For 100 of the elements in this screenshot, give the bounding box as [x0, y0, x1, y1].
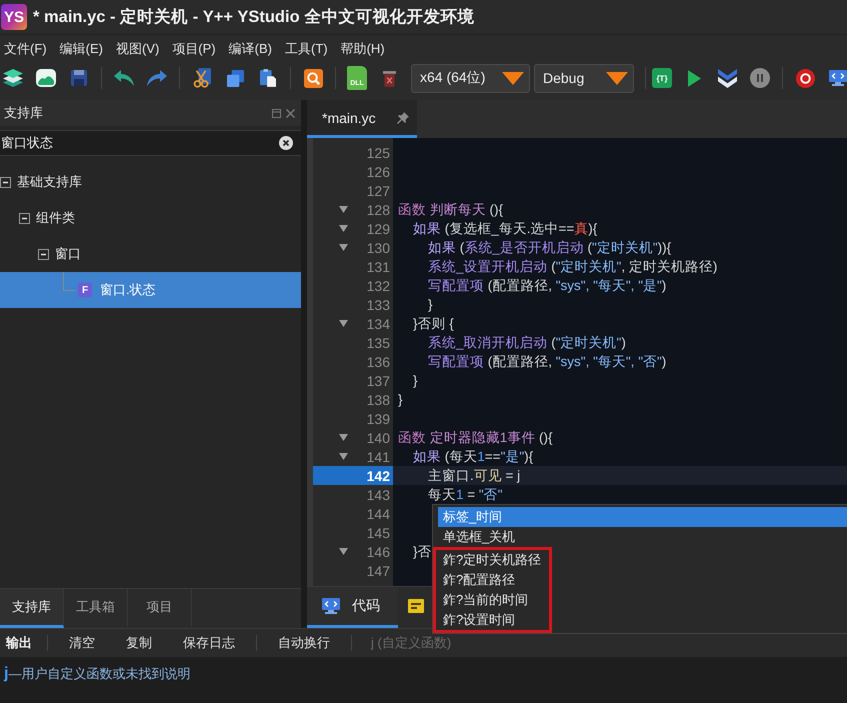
hint-text: j (自定义函数)	[371, 634, 452, 652]
fold-icon[interactable]	[339, 320, 348, 327]
code-line: }否	[412, 544, 432, 559]
line-number: 132	[366, 278, 390, 294]
window-title: * main.yc - 定时关机 - Y++ YStudio 全中文可视化开发环境	[33, 6, 474, 28]
suggestion-item[interactable]: 鈼?配置路径	[438, 570, 542, 590]
code-line: }否则 {	[412, 316, 454, 331]
code-line: 如果 (复选框_每天.选中==真){	[412, 221, 598, 236]
tree-item[interactable]: 组件类	[0, 200, 301, 236]
suggestion-item[interactable]: 鈼?当前的时间	[438, 590, 542, 610]
fold-icon[interactable]	[339, 225, 348, 232]
code-line: 如果 (系统_是否开机启动 ("定时关机")){	[427, 240, 672, 255]
fold-icon[interactable]	[339, 548, 348, 555]
line-number: 129	[366, 220, 390, 236]
line-number: 141	[366, 448, 390, 464]
suggestion-item[interactable]: 标签_时间	[438, 507, 847, 527]
floppy-icon[interactable]	[71, 70, 87, 86]
line-number: 138	[366, 392, 390, 408]
code-line: }	[412, 373, 418, 388]
panel-icon	[408, 599, 424, 613]
fold-icon[interactable]	[339, 434, 348, 441]
configuration-dropdown[interactable]: Debug	[534, 64, 634, 92]
tree-item[interactable]: 基础支持库	[0, 164, 301, 200]
fold-icon[interactable]	[339, 453, 348, 460]
message-text: —用户自定义函数或未找到说明	[8, 665, 190, 683]
monitor-icon	[322, 598, 340, 614]
code-line: 写配置项 (配置路径, "sys", "每天", "是")	[427, 278, 666, 293]
record-icon[interactable]	[796, 68, 814, 88]
line-number: 147	[366, 562, 390, 578]
undo-icon[interactable]	[114, 70, 134, 86]
document-tab[interactable]: *main.yc	[307, 100, 417, 138]
menu-item[interactable]: 工具(T)	[284, 40, 328, 58]
fold-icon[interactable]	[339, 206, 348, 213]
play-icon[interactable]	[688, 70, 700, 86]
image-icon[interactable]	[36, 69, 56, 87]
line-number: 143	[366, 486, 390, 502]
toolbar-button[interactable]: 保存日志	[173, 634, 245, 652]
line-number: 131	[366, 258, 390, 274]
line-number: 142	[366, 468, 390, 484]
code-line: }	[398, 392, 403, 407]
line-number: 128	[366, 202, 390, 218]
panel-tab[interactable]: 支持库	[0, 589, 64, 628]
fold-icon[interactable]	[339, 244, 348, 251]
chevrons-down-icon[interactable]	[718, 68, 736, 88]
tree-item[interactable]: 窗口	[0, 236, 301, 272]
code-line: }	[427, 297, 433, 312]
platform-dropdown[interactable]: x64 (64位)	[411, 64, 530, 92]
search-icon[interactable]	[304, 68, 322, 88]
menu-item[interactable]: 编辑(E)	[60, 40, 103, 58]
paste-icon[interactable]	[260, 69, 276, 87]
code-line: 每天1 = "否"	[427, 487, 503, 502]
window-icon[interactable]	[272, 108, 281, 118]
menu-item[interactable]: 帮助(H)	[340, 40, 385, 58]
suggestion-item[interactable]: 鈼?设置时间	[438, 610, 542, 630]
code-line: 函数 定时器隐藏1事件 (){	[398, 430, 553, 445]
pause-icon[interactable]	[750, 68, 770, 88]
type-badge: F	[78, 283, 92, 297]
suggestion-item[interactable]: 单选框_关机	[438, 527, 847, 547]
code-line: 写配置项 (配置路径, "sys", "每天", "否")	[427, 354, 666, 369]
toolbar-button[interactable]: 自动换行	[268, 634, 340, 652]
toolbar-button[interactable]: 清空	[59, 634, 105, 652]
line-number: 139	[366, 410, 390, 426]
scissors-icon[interactable]	[193, 68, 211, 88]
toolbar-button[interactable]: 复制	[116, 634, 162, 652]
line-number: 137	[366, 372, 390, 388]
menu-item[interactable]: 文件(F)	[4, 40, 47, 58]
output-title: 输出	[4, 634, 33, 652]
menu-item[interactable]: 视图(V)	[116, 40, 160, 58]
tree-item[interactable]: F 窗口.状态	[0, 272, 301, 308]
line-number: 130	[366, 240, 390, 256]
menu-item[interactable]: 项目(P)	[172, 40, 216, 58]
line-number: 133	[366, 296, 390, 312]
code-line: 函数 判断每天 (){	[398, 202, 504, 217]
layers-icon[interactable]	[3, 69, 23, 87]
line-number: 145	[366, 524, 390, 540]
redo-icon[interactable]	[147, 70, 167, 86]
trash-icon[interactable]	[382, 70, 396, 86]
menu-item[interactable]: 编译(B)	[228, 40, 272, 58]
code-line: 系统_取消开机启动 ("定时关机")	[427, 335, 626, 350]
line-number: 125	[366, 144, 390, 160]
suggestion-item[interactable]: 鈼?定时关机路径	[438, 550, 542, 570]
line-number: 135	[366, 334, 390, 350]
close-icon[interactable]	[286, 108, 295, 118]
minus-icon[interactable]	[19, 212, 30, 224]
app-logo: YS	[1, 4, 27, 30]
code-line: 主窗口.可见 = j	[427, 468, 520, 483]
minus-icon[interactable]	[0, 176, 11, 188]
line-number: 126	[366, 164, 390, 180]
line-number: 144	[366, 506, 390, 522]
tree-connector	[63, 272, 75, 291]
search-field[interactable]: 窗口状态	[0, 130, 301, 156]
pin-icon[interactable]	[397, 112, 409, 124]
minus-icon[interactable]	[38, 248, 49, 260]
copy-icon[interactable]	[226, 70, 244, 86]
panel-title: 支持库	[4, 104, 43, 122]
line-number: 146	[366, 544, 390, 560]
clear-icon[interactable]	[279, 136, 293, 150]
code-line: 如果 (每天1=="是"){	[412, 449, 534, 464]
code-line: 系统_设置开机启动 ("定时关机", 定时关机路径)	[427, 259, 718, 274]
monitor-icon[interactable]	[829, 70, 847, 86]
